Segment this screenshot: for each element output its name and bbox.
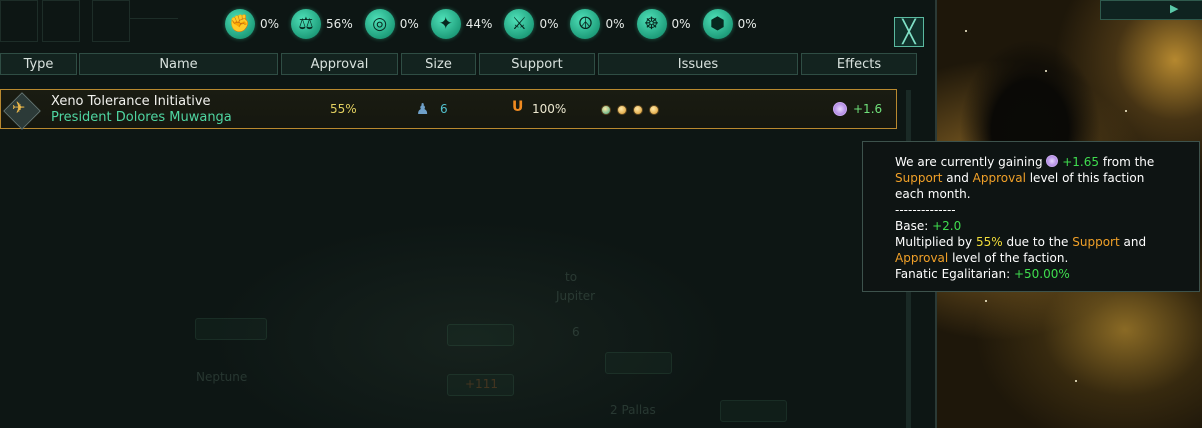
influence-icon: [1046, 155, 1059, 167]
tt-base-label: Base:: [895, 219, 933, 233]
ethic-percent: 0%: [399, 17, 419, 31]
tt-mult-value: 55%: [975, 235, 1003, 249]
pop-icon: ♟: [416, 100, 430, 118]
top-right-control[interactable]: [1100, 0, 1202, 20]
support-icon: U: [512, 99, 524, 115]
ethic-percent: 0%: [605, 17, 625, 31]
header-issues[interactable]: Issues: [598, 53, 798, 75]
play-icon[interactable]: ▶: [1170, 2, 1178, 15]
star-icon: ✦: [430, 9, 461, 39]
tt-text: from the: [1099, 155, 1155, 169]
map-label-count: 6: [572, 325, 580, 339]
map-label-pallas: 2 Pallas: [610, 403, 656, 417]
faction-size: 6: [440, 102, 448, 116]
header-size[interactable]: Size: [401, 53, 476, 75]
issue-dot[interactable]: [649, 105, 659, 115]
tt-divider: --------------: [895, 203, 956, 217]
ethic-percent: 0%: [671, 17, 691, 31]
faction-leader[interactable]: President Dolores Muwanga: [51, 110, 232, 125]
ethic-item[interactable]: ⚔ 0%: [504, 9, 558, 39]
tt-text: and: [1119, 235, 1147, 249]
factions-panel: to Jupiter Neptune 2 Pallas +111 6 ✊ 0% ⚖ 5…: [0, 0, 937, 428]
ethic-percent: 0%: [737, 17, 757, 31]
header-support[interactable]: Support: [479, 53, 595, 75]
ethic-item[interactable]: ☮ 0%: [570, 9, 625, 39]
tt-text: due to the: [1002, 235, 1073, 249]
faction-row[interactable]: ✈ Xeno Tolerance Initiative President Do…: [0, 89, 897, 130]
effects-tooltip: We are currently gaining +1.65 from the …: [862, 141, 1200, 292]
tt-gain-value: +1.65: [1062, 155, 1100, 169]
faction-effect: +1.6: [853, 102, 883, 116]
ethic-item[interactable]: ✦ 44%: [430, 9, 493, 39]
meditate-icon: ☸: [636, 9, 667, 39]
faction-name: Xeno Tolerance Initiative: [51, 94, 211, 109]
map-label-to: to: [565, 270, 578, 284]
header-name[interactable]: Name: [79, 53, 278, 75]
table-header: Type Name Approval Size Support Issues E…: [0, 53, 920, 77]
map-label-jupiter: Jupiter: [556, 289, 596, 303]
faction-support: 100%: [532, 102, 567, 116]
issues-list: [601, 105, 665, 115]
bird-icon: ✈: [12, 98, 26, 117]
issue-dot[interactable]: [617, 105, 627, 115]
tt-text: level of the faction.: [948, 251, 1069, 265]
peace-icon: ☮: [570, 9, 601, 39]
swords-icon: ⚔: [504, 9, 535, 39]
tt-support: Support: [1072, 235, 1120, 249]
influence-icon: [833, 102, 847, 116]
ethic-item[interactable]: ✊ 0%: [225, 9, 279, 39]
ethic-item[interactable]: ⚖ 56%: [291, 9, 353, 39]
issue-dot[interactable]: [633, 105, 643, 115]
tt-support: Support: [895, 171, 943, 185]
header-approval[interactable]: Approval: [281, 53, 398, 75]
faction-approval: 55%: [330, 102, 357, 116]
ethic-percent: 0%: [260, 17, 280, 31]
issue-dot[interactable]: [601, 105, 611, 115]
faded-toolbar: [0, 0, 180, 48]
tt-text: and: [942, 171, 973, 185]
tt-approval: Approval: [972, 171, 1026, 185]
tt-text: We are currently gaining: [895, 155, 1047, 169]
globe-icon: ◎: [364, 9, 395, 39]
tt-base-value: +2.0: [932, 219, 962, 233]
ethic-percent: 44%: [465, 17, 493, 31]
map-label-neptune: Neptune: [196, 370, 248, 384]
ethics-bar: ✊ 0% ⚖ 56% ◎ 0% ✦ 44% ⚔ 0% ☮ 0% ☸ 0% ⬢ 0%: [225, 8, 769, 40]
ethic-item[interactable]: ◎ 0%: [364, 9, 419, 39]
tt-text: each month.: [895, 187, 971, 201]
ethic-percent: 0%: [539, 17, 559, 31]
tt-text: Multiplied by: [895, 235, 976, 249]
scales-icon: ⚖: [291, 9, 322, 39]
fist-icon: ✊: [225, 9, 255, 39]
ethic-item[interactable]: ☸ 0%: [636, 9, 691, 39]
ethic-percent: 56%: [326, 17, 353, 31]
hive-icon: ⬢: [702, 9, 733, 39]
tt-fanatic-value: +50.00%: [1013, 267, 1070, 281]
close-button[interactable]: ╳: [894, 17, 924, 47]
header-type[interactable]: Type: [0, 53, 77, 75]
map-label-value: +111: [465, 377, 498, 391]
tt-fanatic-label: Fanatic Egalitarian:: [895, 267, 1014, 281]
tt-text: level of this faction: [1025, 171, 1145, 185]
ethic-item[interactable]: ⬢ 0%: [702, 9, 757, 39]
tt-approval: Approval: [895, 251, 949, 265]
header-effects[interactable]: Effects: [801, 53, 917, 75]
